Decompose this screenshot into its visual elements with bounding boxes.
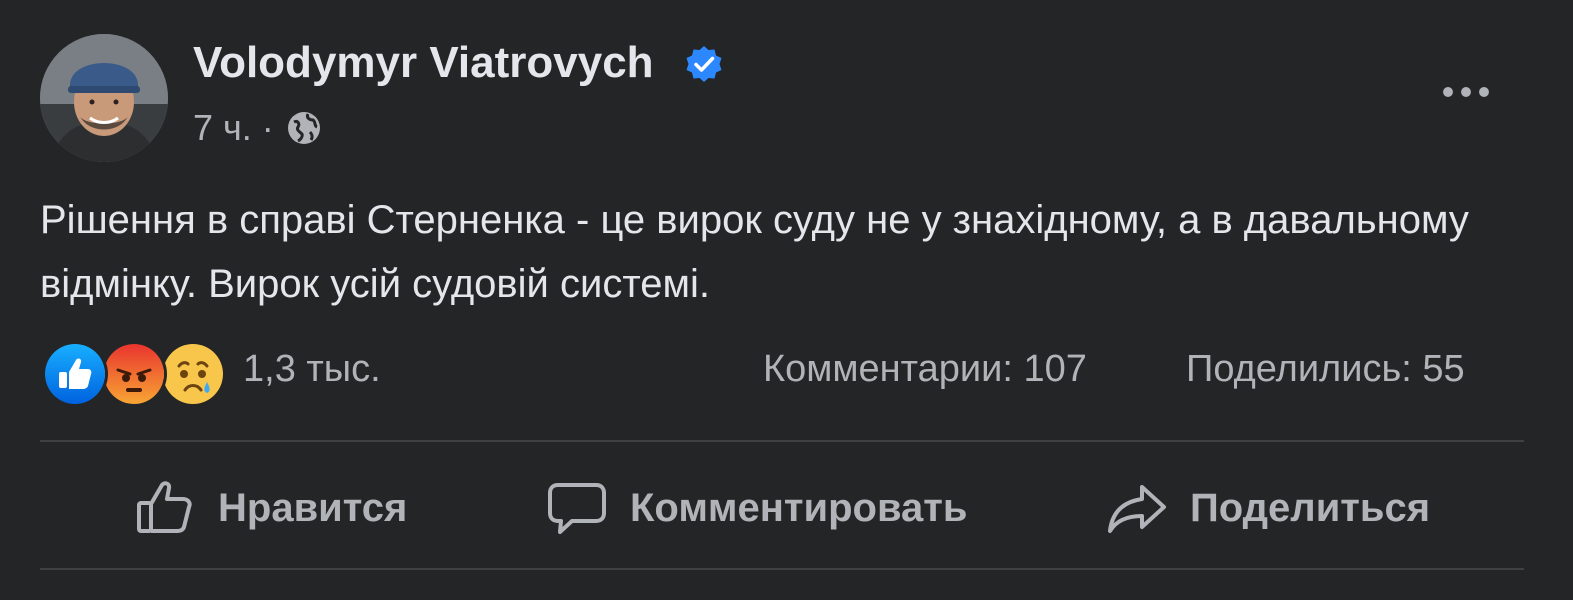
divider [40, 440, 1524, 442]
shares-count[interactable]: Поделились: 55 [1186, 348, 1465, 391]
post-time[interactable]: 7 ч. [193, 107, 252, 149]
post-text: Рішення в справі Стерненка - це вирок су… [40, 198, 1469, 306]
more-options-icon[interactable] [1436, 72, 1496, 112]
share-arrow-icon [1108, 485, 1166, 533]
verified-badge-icon [686, 46, 722, 82]
comment-icon [548, 483, 606, 534]
post-meta: 7 ч. · [193, 104, 322, 152]
reaction-count[interactable]: 1,3 тыс. [243, 348, 381, 391]
like-icon [45, 344, 105, 404]
globe-icon[interactable] [286, 110, 322, 146]
thumbs-up-icon [137, 481, 192, 533]
facebook-post: Volodymyr Viatrovych 7 ч. · Рішення в сп… [0, 0, 1573, 600]
avatar[interactable] [40, 34, 168, 162]
comments-count[interactable]: Комментарии: 107 [763, 348, 1087, 391]
sad-icon [163, 344, 223, 404]
angry-icon [104, 344, 164, 404]
share-button-label: Поделиться [1190, 485, 1431, 530]
divider [40, 568, 1524, 570]
author-name[interactable]: Volodymyr Viatrovych [193, 38, 654, 88]
meta-separator: · [261, 107, 274, 148]
comment-button-label: Комментировать [630, 485, 968, 530]
like-button-label: Нравится [218, 485, 408, 530]
comment-button[interactable]: Комментировать [546, 468, 967, 548]
share-button[interactable]: Поделиться [1106, 468, 1430, 548]
like-button[interactable]: Нравится [134, 468, 407, 548]
